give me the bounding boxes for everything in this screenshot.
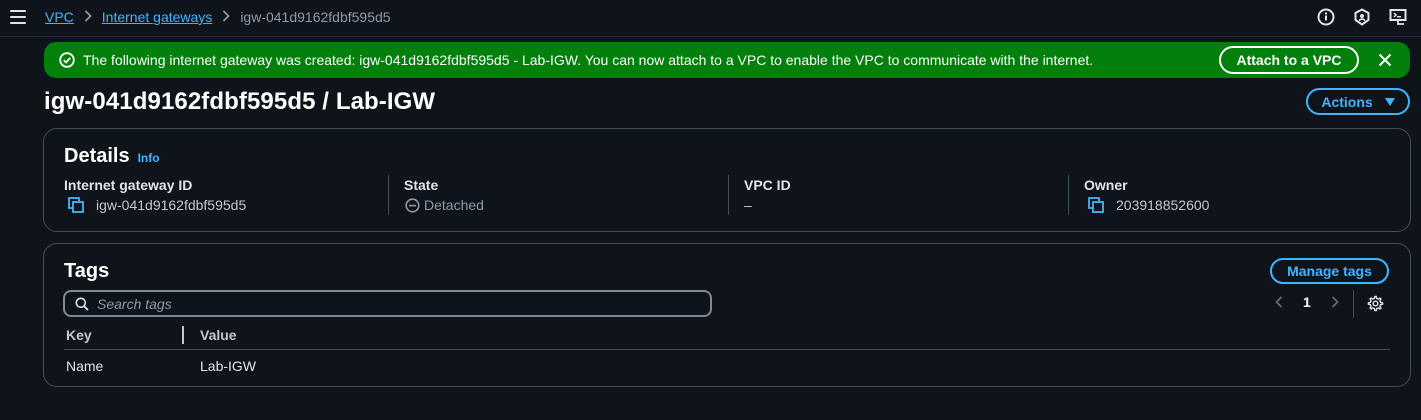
breadcrumb-current: igw-041d9162fdbf595d5 [240, 9, 391, 25]
actions-dropdown-button[interactable]: Actions [1306, 88, 1410, 115]
close-icon[interactable] [1377, 52, 1393, 68]
search-icon [75, 297, 89, 311]
search-tags-field[interactable] [63, 290, 712, 317]
page-title: igw-041d9162fdbf595d5 / Lab-IGW [44, 88, 436, 115]
state-text: Detached [424, 197, 484, 213]
pagination-divider [1353, 290, 1354, 318]
chevron-left-icon[interactable] [1272, 295, 1286, 309]
breadcrumb: VPC Internet gateways igw-041d9162fdbf59… [45, 9, 391, 25]
page-number[interactable]: 1 [1303, 294, 1311, 310]
manage-tags-button[interactable]: Manage tags [1270, 258, 1389, 284]
settings-gear-icon[interactable] [1367, 295, 1384, 312]
breadcrumb-internet-gateways[interactable]: Internet gateways [102, 9, 213, 25]
vpc-id-value: – [744, 197, 752, 213]
actions-label: Actions [1321, 93, 1373, 110]
column-header-key[interactable]: Key [66, 327, 92, 343]
details-title: Details [64, 145, 130, 167]
menu-icon[interactable] [10, 10, 26, 24]
column-divider [1068, 175, 1069, 215]
chevron-right-icon[interactable] [1328, 295, 1342, 309]
details-header: Details Info [64, 145, 160, 168]
copy-icon[interactable] [1088, 197, 1104, 213]
column-resizer[interactable] [182, 326, 184, 344]
success-flash-banner: The following internet gateway was creat… [44, 42, 1410, 78]
copy-icon[interactable] [68, 197, 84, 213]
caret-down-icon [1384, 97, 1395, 106]
state-value: Detached [405, 197, 484, 213]
gateway-id-text: igw-041d9162fdbf595d5 [96, 197, 247, 213]
chevron-right-icon [222, 9, 231, 25]
search-input[interactable] [97, 295, 677, 312]
column-header-value[interactable]: Value [200, 327, 237, 343]
breadcrumb-vpc[interactable]: VPC [45, 9, 74, 25]
owner-label: Owner [1084, 177, 1128, 193]
details-container [43, 128, 1411, 232]
info-icon[interactable] [1317, 8, 1335, 26]
console-feedback-icon[interactable] [1389, 8, 1407, 26]
security-icon[interactable] [1353, 8, 1371, 26]
tag-key-cell: Name [66, 358, 104, 374]
tag-value-cell: Lab-IGW [200, 358, 257, 374]
owner-text: 203918852600 [1116, 197, 1210, 213]
top-divider [0, 36, 1421, 37]
state-label: State [404, 177, 439, 193]
column-divider [388, 175, 389, 215]
internet-gateway-id-label: Internet gateway ID [64, 177, 193, 193]
pagination: 1 [1272, 294, 1342, 310]
internet-gateway-id-value: igw-041d9162fdbf595d5 [68, 197, 246, 213]
column-divider [728, 175, 729, 215]
chevron-right-icon [84, 9, 92, 25]
tags-title: Tags [64, 260, 110, 282]
header-divider [64, 349, 1390, 350]
attach-to-vpc-button[interactable]: Attach to a VPC [1219, 46, 1359, 74]
flash-message: The following internet gateway was creat… [83, 52, 1094, 68]
owner-value: 203918852600 [1088, 197, 1209, 213]
vpc-id-label: VPC ID [744, 177, 791, 193]
info-link[interactable]: Info [138, 151, 160, 165]
success-check-icon [59, 52, 75, 68]
detached-status-icon [405, 197, 420, 213]
top-utility-icons [1317, 8, 1407, 26]
